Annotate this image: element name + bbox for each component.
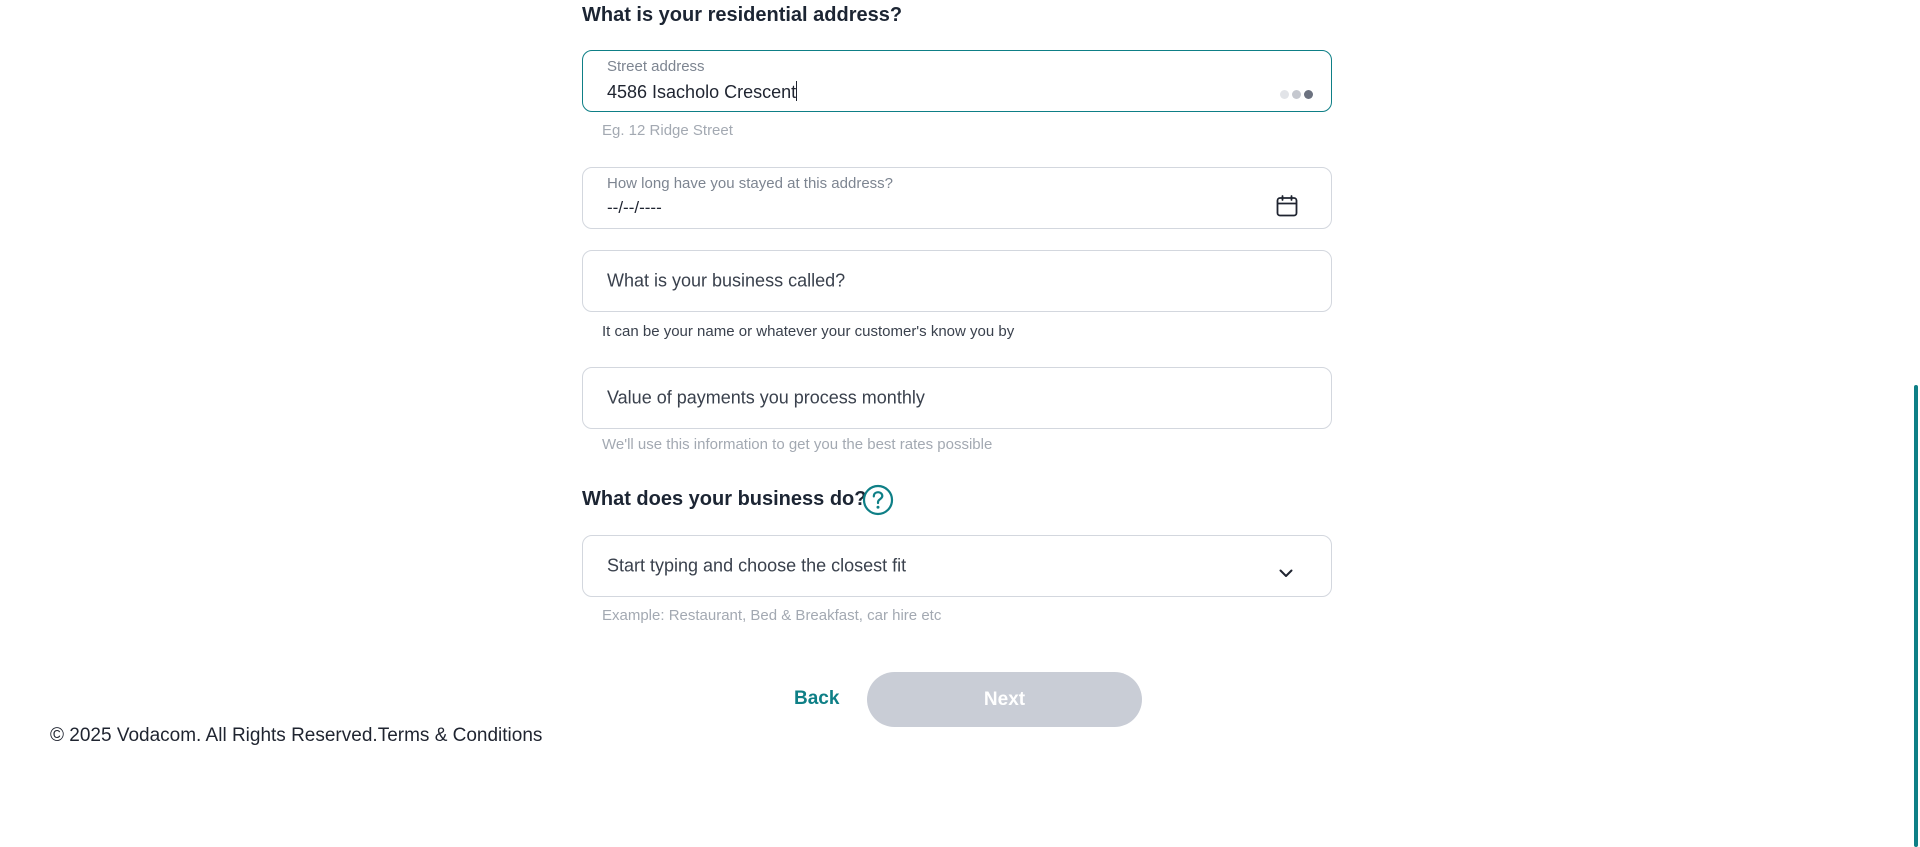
chevron-down-icon[interactable]	[1277, 564, 1295, 582]
address-duration-field[interactable]: How long have you stayed at this address…	[582, 167, 1332, 229]
business-name-input[interactable]: What is your business called?	[607, 271, 845, 292]
back-button[interactable]: Back	[794, 688, 839, 710]
business-type-input[interactable]: Start typing and choose the closest fit	[607, 556, 906, 577]
terms-link[interactable]: Terms & Conditions	[378, 725, 543, 746]
street-address-field[interactable]: Street address 4586 Isacholo Crescent	[582, 50, 1332, 112]
street-address-input[interactable]: 4586 Isacholo Crescent	[607, 81, 798, 103]
street-address-label: Street address	[607, 58, 705, 75]
address-section-title: What is your residential address?	[582, 4, 903, 26]
footer: © 2025 Vodacom. All Rights Reserved.Term…	[50, 725, 542, 747]
business-name-helper: It can be your name or whatever your cus…	[602, 323, 1015, 340]
calendar-icon[interactable]	[1275, 194, 1299, 218]
scrollbar[interactable]	[1912, 0, 1920, 847]
monthly-payments-field[interactable]: Value of payments you process monthly	[582, 367, 1332, 429]
street-address-helper: Eg. 12 Ridge Street	[602, 122, 733, 139]
business-type-title: What does your business do?	[582, 488, 867, 510]
next-button[interactable]: Next	[867, 672, 1142, 727]
copyright-text: © 2025 Vodacom. All Rights Reserved.	[50, 725, 378, 746]
scrollbar-thumb[interactable]	[1914, 385, 1918, 847]
business-name-field[interactable]: What is your business called?	[582, 250, 1332, 312]
monthly-payments-helper: We'll use this information to get you th…	[602, 436, 993, 453]
monthly-payments-input[interactable]: Value of payments you process monthly	[607, 388, 925, 409]
address-duration-input[interactable]: --/--/----	[607, 198, 662, 218]
help-circle-icon[interactable]	[862, 484, 894, 516]
address-duration-label: How long have you stayed at this address…	[607, 175, 894, 192]
business-type-helper: Example: Restaurant, Bed & Breakfast, ca…	[602, 607, 942, 624]
business-type-select[interactable]: Start typing and choose the closest fit	[582, 535, 1332, 597]
page: What is your residential address? Street…	[0, 0, 1920, 847]
loading-dots-icon	[1280, 90, 1313, 99]
street-address-value: 4586 Isacholo Crescent	[607, 82, 797, 102]
text-caret	[796, 81, 798, 101]
